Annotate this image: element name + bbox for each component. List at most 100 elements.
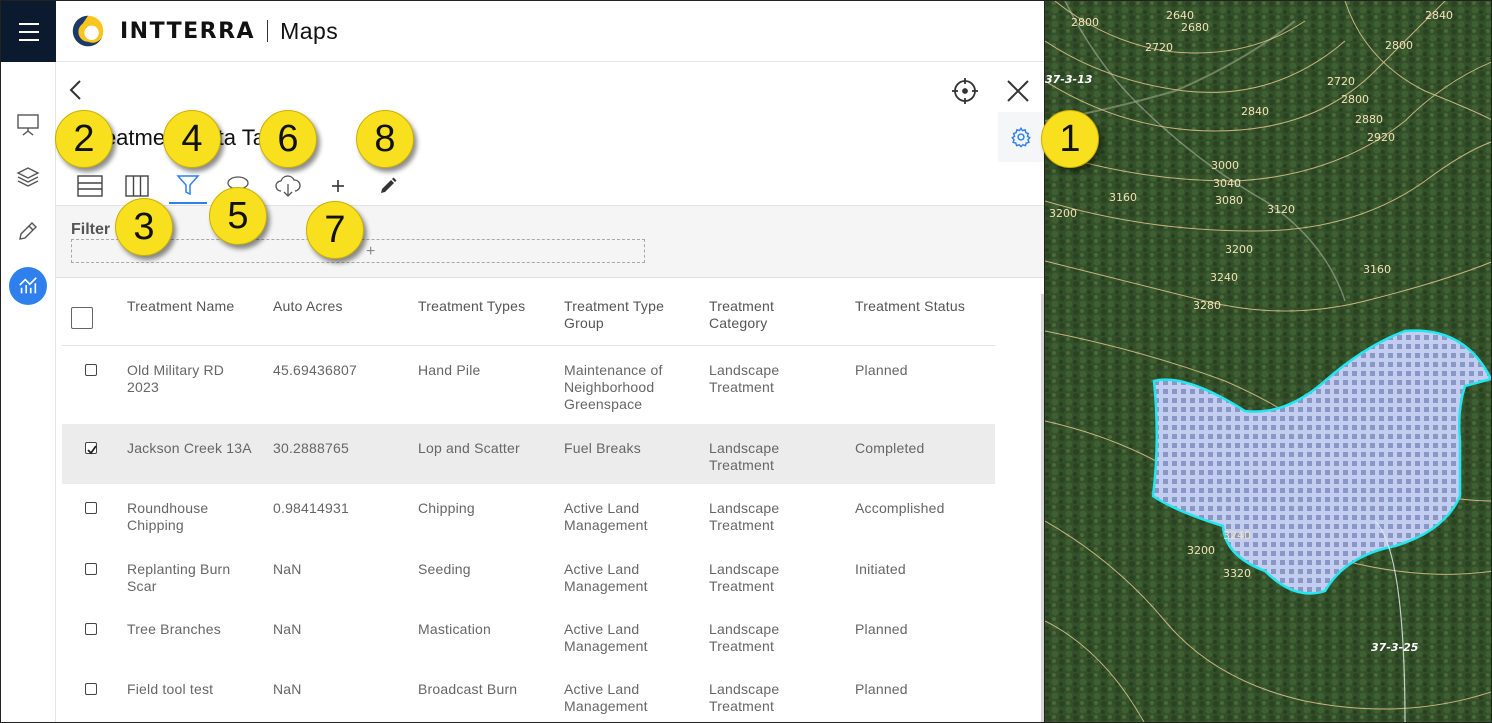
table-cell: Replanting Burn Scar — [127, 561, 231, 594]
contour-label: 3240 — [1210, 271, 1238, 284]
hamburger-icon — [18, 20, 39, 44]
brand-name: INTTERRA — [120, 18, 256, 44]
row-checkbox[interactable] — [85, 442, 97, 455]
table-row[interactable]: Field tool test NaN Broadcast Burn Active L… — [62, 665, 995, 722]
contour-label: 3320 — [1223, 567, 1251, 580]
callout-badge: 3 — [115, 198, 173, 256]
table-row[interactable]: Replanting Burn Scar NaN Seeding Active Lan… — [62, 545, 995, 605]
select-all-checkbox[interactable] — [71, 307, 93, 329]
table-cell: Landscape Treatment — [709, 621, 780, 654]
chevron-left-icon — [69, 80, 81, 100]
table-cell: Old Military RD 2023 — [127, 362, 225, 395]
layers-icon[interactable] — [9, 158, 47, 196]
table-cell: Accomplished — [855, 500, 945, 516]
callout-badge: 6 — [259, 110, 317, 168]
row-checkbox[interactable] — [85, 364, 97, 376]
contour-label: 3120 — [1267, 203, 1295, 216]
filter-button[interactable] — [169, 168, 207, 204]
table-cell: Maintenance of Neighborhood Greenspace — [564, 362, 663, 412]
table-cell: Landscape Treatment — [709, 440, 780, 473]
table-cell: Planned — [855, 362, 908, 378]
column-header[interactable]: Treatment Name — [127, 298, 257, 315]
contour-label: 2720 — [1327, 75, 1355, 88]
zoom-to-button[interactable] — [951, 77, 979, 105]
contour-label: 3200 — [1225, 243, 1253, 256]
row-checkbox[interactable] — [85, 502, 97, 514]
row-checkbox[interactable] — [85, 683, 97, 695]
row-checkbox[interactable] — [85, 623, 97, 635]
contour-label: 2840 — [1241, 105, 1269, 118]
table-cell: NaN — [273, 681, 302, 697]
contour-label: 3200 — [1187, 544, 1215, 557]
data-table: Treatment Name Auto Acres Treatment Type… — [62, 284, 995, 722]
row-checkbox[interactable] — [85, 563, 97, 575]
contour-label: 2800 — [1341, 93, 1369, 106]
table-cell: Active Land Management — [564, 561, 648, 594]
close-icon — [1007, 80, 1029, 102]
contour-label: 2800 — [1385, 39, 1413, 52]
callout-badge: 8 — [356, 110, 414, 168]
column-header[interactable]: Treatment Types — [418, 298, 548, 315]
table-cell: Field tool test — [127, 681, 214, 697]
table-cell: Roundhouse Chipping — [127, 500, 209, 533]
export-button[interactable] — [269, 168, 307, 204]
table-row[interactable]: Roundhouse Chipping 0.98414931 Chipping Act… — [62, 484, 995, 545]
map-view[interactable]: 2800 2640 2680 2720 2800 2840 2720 2800 … — [1044, 1, 1491, 722]
table-row[interactable]: Old Military RD 2023 45.69436807 Hand Pile… — [62, 346, 995, 424]
back-button[interactable] — [66, 78, 86, 102]
table-cell: Completed — [855, 440, 925, 456]
contour-label: 2840 — [1425, 9, 1453, 22]
table-cell: Landscape Treatment — [709, 362, 780, 395]
add-filter-icon: + — [366, 243, 376, 260]
callout-badge: 7 — [306, 201, 364, 259]
left-rail — [1, 1, 56, 722]
hamburger-menu-button[interactable] — [1, 1, 56, 62]
filter-label: Filter — [71, 221, 111, 238]
table-body: Old Military RD 2023 45.69436807 Hand Pile… — [62, 346, 995, 722]
column-header[interactable]: Treatment Status — [855, 298, 985, 315]
edit-pencil-icon — [381, 177, 397, 193]
table-row[interactable]: Tree Branches NaN Mastication Active Land M… — [62, 605, 995, 665]
table-header: Treatment Name Auto Acres Treatment Type… — [62, 284, 995, 346]
table-cell: Seeding — [418, 561, 471, 577]
screenshot-frame: INTTERRA Maps Treatment Data Table — [0, 0, 1492, 723]
presentation-board-icon[interactable] — [9, 105, 47, 143]
contour-label: 2880 — [1355, 113, 1383, 126]
table-cell: Hand Pile — [418, 362, 481, 378]
table-cell: NaN — [273, 561, 302, 577]
edit-button[interactable] — [369, 168, 407, 204]
callout-badge: 5 — [209, 187, 267, 245]
table-cell: Planned — [855, 681, 908, 697]
callout-badge: 4 — [163, 110, 221, 168]
column-header[interactable]: Treatment Type Group — [564, 298, 689, 332]
table-cell: Jackson Creek 13A — [127, 440, 252, 456]
contour-label: 2800 — [1071, 16, 1099, 29]
table-cell: Broadcast Burn — [418, 681, 518, 697]
callout-badge: 2 — [55, 110, 113, 168]
table-cell: Planned — [855, 621, 908, 637]
contour-label: 3200 — [1049, 207, 1077, 220]
table-cell: 45.69436807 — [273, 362, 357, 378]
column-header[interactable]: Treatment Category — [709, 298, 819, 332]
draw-pencil-icon[interactable] — [9, 212, 47, 250]
contour-label: 3000 — [1211, 159, 1239, 172]
road-label: 37-3-13 — [1045, 73, 1093, 86]
table-cell: Landscape Treatment — [709, 500, 780, 533]
table-cell: 30.2888765 — [273, 440, 349, 456]
crosshair-icon — [952, 78, 978, 104]
table-cell: 0.98414931 — [273, 500, 349, 516]
contour-label: 2920 — [1367, 131, 1395, 144]
contour-label: 3240 — [1223, 529, 1251, 542]
add-button[interactable] — [319, 168, 357, 204]
row-view-button[interactable] — [71, 168, 109, 204]
contour-label: 3280 — [1193, 299, 1221, 312]
close-button[interactable] — [1005, 78, 1031, 104]
contour-label: 3040 — [1213, 177, 1241, 190]
app-header: INTTERRA Maps — [56, 1, 1044, 62]
column-header[interactable]: Auto Acres — [273, 298, 403, 315]
table-row[interactable]: Jackson Creek 13A 30.2888765 Lop and Scatt… — [62, 424, 995, 484]
product-name: Maps — [280, 17, 339, 44]
filter-icon — [176, 175, 200, 196]
analytics-icon[interactable] — [9, 267, 47, 305]
table-settings-button[interactable] — [998, 112, 1044, 162]
